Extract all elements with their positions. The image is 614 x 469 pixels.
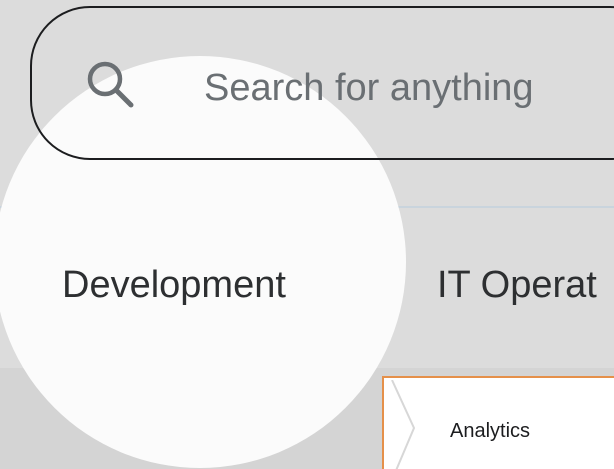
submenu-item-label: Analytics — [450, 420, 531, 442]
search-icon — [87, 61, 134, 108]
screen: Search for anything Development IT Opera… — [0, 0, 614, 469]
nav-item-development[interactable]: Development — [62, 262, 286, 308]
search-placeholder: Search for anything — [204, 67, 534, 109]
nav-item-it-operations[interactable]: IT Operat — [437, 262, 597, 308]
chevron-right-icon — [391, 380, 416, 469]
